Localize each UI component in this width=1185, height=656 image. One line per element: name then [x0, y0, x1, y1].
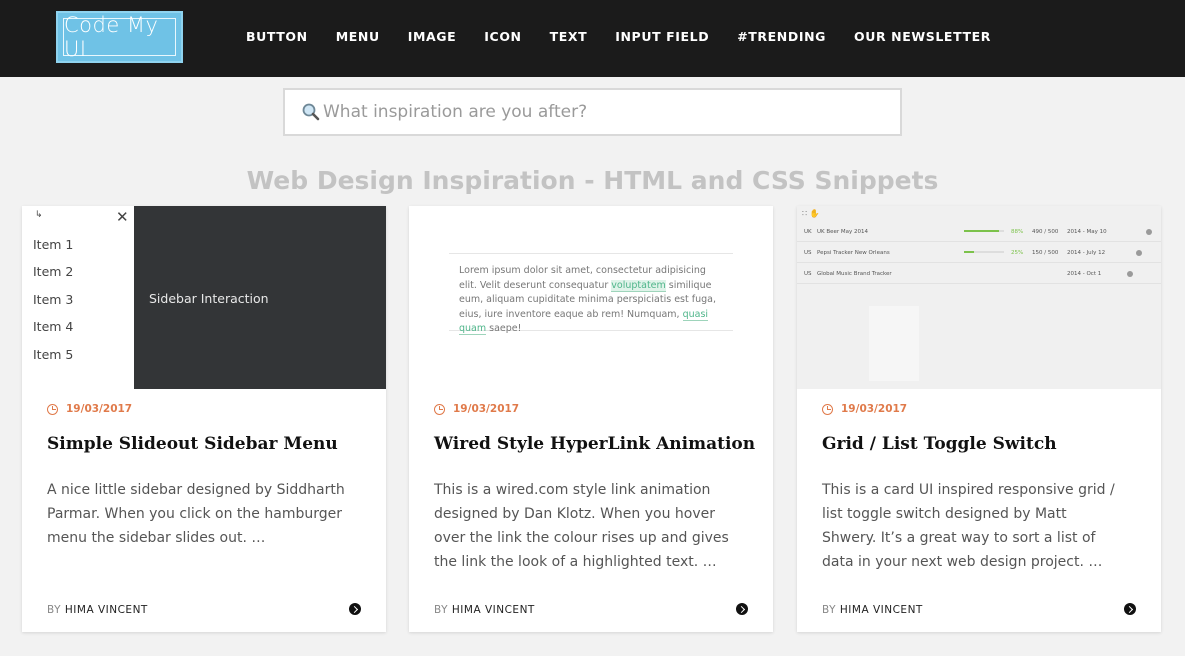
author-link[interactable]: HIMA VINCENT — [452, 604, 535, 616]
post-date: 19/03/2017 — [434, 403, 519, 415]
read-more-arrow-icon[interactable] — [349, 603, 361, 615]
post-date-text: 19/03/2017 — [453, 403, 520, 415]
logo[interactable]: Code My UI — [56, 11, 183, 63]
preview-row: UK UK Beer May 2014 88% 490 / 500 2014 -… — [797, 221, 1161, 242]
status-dot — [1136, 250, 1142, 256]
preview-placeholder — [869, 306, 919, 381]
search-icon — [301, 102, 321, 122]
sidebar-preview-item: Item 5 — [33, 347, 74, 362]
nav-item-image[interactable]: IMAGE — [408, 29, 457, 44]
search-input[interactable] — [323, 102, 883, 122]
clock-icon — [822, 403, 833, 415]
read-more-arrow-icon[interactable] — [1124, 603, 1136, 615]
card-thumbnail[interactable]: ↳ ✕ Item 1 Item 2 Item 3 Item 4 Item 5 S… — [22, 206, 386, 389]
preview-progress-fill — [964, 251, 974, 253]
nav-item-newsletter[interactable]: OUR NEWSLETTER — [854, 29, 991, 44]
snippet-card[interactable]: Lorem ipsum dolor sit amet, consectetur … — [409, 206, 773, 632]
preview-row-count: 490 / 500 — [1032, 229, 1059, 235]
preview-row-code: US — [804, 271, 812, 277]
author-link[interactable]: HIMA VINCENT — [65, 604, 148, 616]
card-thumbnail[interactable]: ∷ ✋ UK UK Beer May 2014 88% 490 / 500 20… — [797, 206, 1161, 389]
sidebar-preview: ↳ ✕ Item 1 Item 2 Item 3 Item 4 Item 5 — [22, 206, 134, 389]
preview-row-percent: 25% — [1011, 250, 1024, 256]
nav-item-input-field[interactable]: INPUT FIELD — [615, 29, 709, 44]
preview-row-name: Pepsi Tracker New Orleans — [817, 250, 890, 256]
preview-row-date: 2014 - Oct 1 — [1067, 271, 1102, 277]
nav-item-icon[interactable]: ICON — [484, 29, 521, 44]
post-date: 19/03/2017 — [47, 403, 132, 415]
preview-row-date: 2014 - May 10 — [1067, 229, 1107, 235]
nav-item-text[interactable]: TEXT — [550, 29, 588, 44]
status-dot — [1146, 229, 1152, 235]
hyperlink-preview: Lorem ipsum dolor sit amet, consectetur … — [449, 253, 733, 335]
preview-progress — [964, 230, 1004, 232]
nav-item-menu[interactable]: MENU — [336, 29, 380, 44]
logo-text: Code My UI — [63, 13, 176, 61]
preview-panel-label: Sidebar Interaction — [149, 291, 269, 306]
close-icon: ✕ — [116, 208, 129, 226]
post-date-text: 19/03/2017 — [841, 403, 908, 415]
card-description: This is a card UI inspired responsive gr… — [822, 482, 1115, 570]
author-link[interactable]: HIMA VINCENT — [840, 604, 923, 616]
read-more-arrow-icon[interactable] — [736, 603, 748, 615]
sidebar-preview-item: Item 2 — [33, 264, 74, 279]
preview-row-code: UK — [804, 229, 812, 235]
byline-prefix: BY — [822, 604, 837, 616]
card-description: This is a wired.com style link animation… — [434, 482, 729, 570]
preview-row-code: US — [804, 250, 812, 256]
preview-progress-fill — [964, 230, 1000, 232]
card-thumbnail[interactable]: Lorem ipsum dolor sit amet, consectetur … — [409, 206, 773, 389]
preview-row-date: 2014 - July 12 — [1067, 250, 1106, 256]
clock-icon — [47, 403, 58, 415]
preview-row-count: 150 / 500 — [1032, 250, 1059, 256]
snippet-card[interactable]: ↳ ✕ Item 1 Item 2 Item 3 Item 4 Item 5 S… — [22, 206, 386, 632]
preview-row-name: Global Music Brand Tracker — [817, 271, 892, 277]
card-title[interactable]: Grid / List Toggle Switch — [822, 434, 1057, 454]
nav-item-button[interactable]: BUTTON — [246, 29, 308, 44]
byline: BY HIMA VINCENT — [434, 604, 535, 616]
sidebar-preview-item: Item 1 — [33, 237, 74, 252]
status-dot — [1127, 271, 1133, 277]
nav-item-trending[interactable]: #TRENDING — [737, 29, 826, 44]
post-date-text: 19/03/2017 — [66, 403, 133, 415]
clock-icon — [434, 403, 445, 415]
snippet-card[interactable]: ∷ ✋ UK UK Beer May 2014 88% 490 / 500 20… — [797, 206, 1161, 632]
byline: BY HIMA VINCENT — [822, 604, 923, 616]
card-title[interactable]: Wired Style HyperLink Animation — [434, 434, 755, 454]
top-navigation-bar: Code My UI BUTTON MENU IMAGE ICON TEXT I… — [0, 0, 1185, 77]
byline-prefix: BY — [434, 604, 449, 616]
preview-row-name: UK Beer May 2014 — [817, 229, 869, 235]
sidebar-preview-item: Item 3 — [33, 292, 74, 307]
post-date: 19/03/2017 — [822, 403, 907, 415]
card-title[interactable]: Simple Slideout Sidebar Menu — [47, 434, 338, 454]
page-heading: Web Design Inspiration - HTML and CSS Sn… — [246, 166, 939, 195]
grid-list-toggle-icon: ∷ ✋ — [802, 209, 820, 218]
preview-row-percent: 88% — [1011, 229, 1024, 235]
search-box — [283, 88, 902, 136]
preview-link: voluptatem — [611, 279, 666, 292]
byline: BY HIMA VINCENT — [47, 604, 148, 616]
card-description: A nice little sidebar designed by Siddha… — [47, 482, 345, 546]
sidebar-preview-item: Item 4 — [33, 319, 74, 334]
byline-prefix: BY — [47, 604, 62, 616]
preview-progress — [964, 251, 1004, 253]
main-nav: BUTTON MENU IMAGE ICON TEXT INPUT FIELD … — [246, 29, 1019, 44]
preview-row: US Pepsi Tracker New Orleans 25% 150 / 5… — [797, 242, 1161, 263]
preview-row: US Global Music Brand Tracker 2014 - Oct… — [797, 263, 1161, 284]
cursor-icon: ↳ — [35, 210, 43, 220]
preview-text: saepe! — [486, 323, 522, 334]
